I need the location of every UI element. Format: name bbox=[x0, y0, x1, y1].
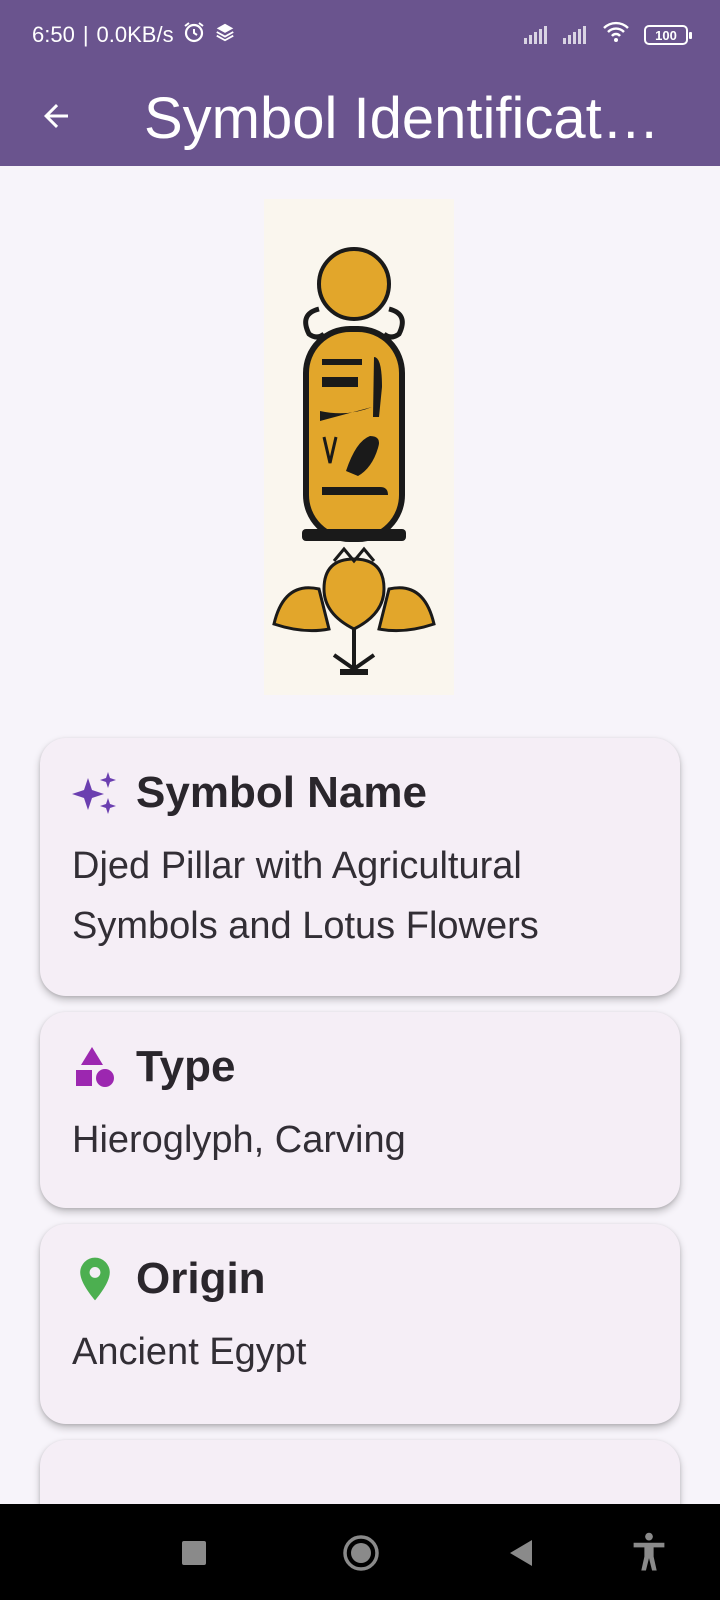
signal-icon bbox=[563, 26, 586, 44]
navigation-bar bbox=[0, 1504, 720, 1600]
stack-icon bbox=[214, 21, 236, 49]
card-header: Origin bbox=[72, 1254, 648, 1304]
recents-square-icon[interactable] bbox=[182, 1541, 206, 1570]
page-title: Symbol Identification bbox=[144, 85, 672, 151]
home-circle-icon[interactable] bbox=[342, 1534, 380, 1577]
status-right: 100 bbox=[524, 21, 692, 49]
card-value: Hieroglyph, Carving bbox=[72, 1119, 406, 1161]
battery-icon: 100 bbox=[644, 25, 692, 45]
card-title: Type bbox=[136, 1042, 236, 1091]
card-origin: Origin Ancient Egypt bbox=[40, 1224, 680, 1424]
signal-icon bbox=[524, 26, 547, 44]
app-bar: Symbol Identification bbox=[0, 70, 720, 166]
status-network-speed: 0.0KB/s bbox=[96, 22, 174, 47]
card-header: Type bbox=[72, 1042, 648, 1092]
wifi-icon bbox=[602, 21, 630, 49]
back-button[interactable] bbox=[0, 70, 112, 166]
sparkles-icon bbox=[72, 770, 118, 816]
alarm-icon bbox=[182, 20, 206, 50]
cartouche-illustration bbox=[272, 247, 436, 675]
card-title: Symbol Name bbox=[136, 768, 427, 817]
status-time: 6:50 bbox=[32, 22, 75, 47]
shapes-icon bbox=[72, 1044, 118, 1090]
content: Symbol Name Djed Pillar with Agricultura… bbox=[0, 166, 720, 1504]
status-left: 6:50 | 0.0KB/s bbox=[32, 20, 236, 50]
card-value: Djed Pillar with Agricultural Symbols an… bbox=[72, 845, 539, 947]
card-title: Origin bbox=[136, 1254, 266, 1303]
back-triangle-icon[interactable] bbox=[508, 1538, 534, 1573]
status-separator: | bbox=[82, 22, 89, 47]
card-next bbox=[40, 1440, 680, 1504]
location-pin-icon bbox=[72, 1256, 118, 1302]
card-value: Ancient Egypt bbox=[72, 1331, 307, 1373]
status-bar: 6:50 | 0.0KB/s 100 bbox=[0, 0, 720, 70]
symbol-image bbox=[264, 199, 454, 695]
card-type: Type Hieroglyph, Carving bbox=[40, 1012, 680, 1208]
card-header: Symbol Name bbox=[72, 768, 648, 818]
arrow-back-icon bbox=[38, 98, 74, 139]
battery-level: 100 bbox=[655, 27, 677, 43]
accessibility-icon[interactable] bbox=[630, 1532, 668, 1577]
card-symbol-name: Symbol Name Djed Pillar with Agricultura… bbox=[40, 738, 680, 996]
